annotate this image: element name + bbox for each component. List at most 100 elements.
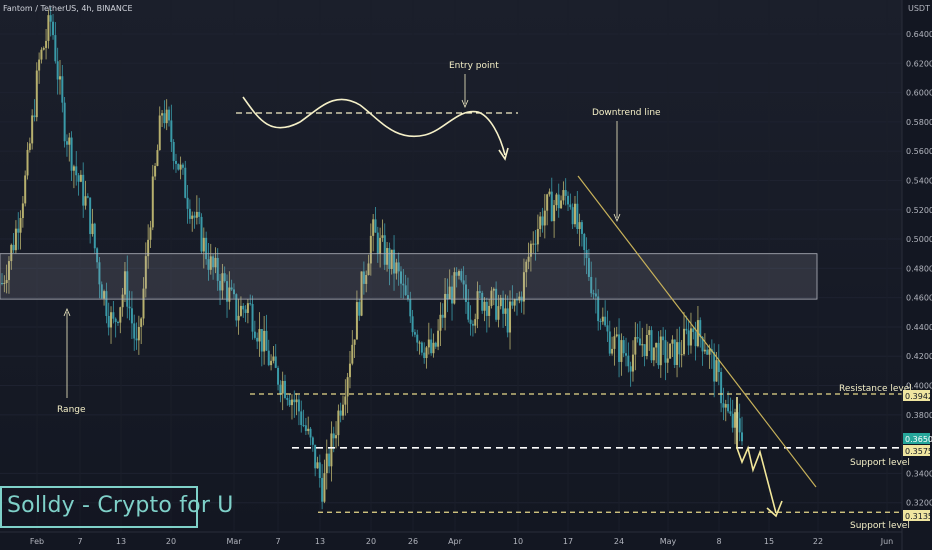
- candle-body: [337, 410, 340, 436]
- candle-body: [163, 113, 166, 124]
- candle-body: [79, 174, 82, 182]
- price-tick-label: 0.5400: [906, 176, 932, 185]
- candle-body: [578, 222, 581, 230]
- candle-body: [19, 218, 22, 233]
- price-tick-label: 0.6200: [906, 59, 932, 68]
- candle-body: [418, 342, 421, 344]
- candle-body: [717, 360, 720, 372]
- price-tick-label: 0.4400: [906, 323, 932, 332]
- candle-body: [251, 304, 254, 332]
- candle-body: [130, 308, 133, 324]
- candle-body: [161, 113, 164, 116]
- candle-body: [307, 428, 310, 432]
- candle-body: [328, 453, 331, 467]
- time-tick-label: 17: [563, 537, 573, 546]
- candle-body: [281, 380, 284, 394]
- candle-body: [270, 360, 273, 366]
- candle-body: [267, 350, 270, 366]
- candle-body: [358, 302, 361, 316]
- candle-body: [286, 397, 289, 400]
- candle-body: [242, 305, 245, 310]
- candle-body: [599, 321, 602, 323]
- chart-area[interactable]: 0.6400 0.6200 0.6000 0.5800 0.5600 0.5400 0.52…: [0, 0, 932, 550]
- price-tick-label: 0.3200: [906, 499, 932, 508]
- candle-body: [151, 176, 154, 228]
- candle-body: [513, 298, 516, 306]
- candle-body: [613, 336, 616, 349]
- candle-body: [601, 316, 604, 322]
- chart-title: Fantom / TetherUS, 4h, BINANCE: [3, 4, 133, 13]
- time-tick-label: 26: [408, 537, 418, 546]
- candle-body: [342, 404, 345, 416]
- candle-body: [12, 244, 15, 251]
- candle-body: [246, 303, 249, 313]
- candle-body: [645, 334, 648, 357]
- candle-body: [193, 215, 196, 218]
- candle-body: [469, 319, 472, 324]
- candle-body: [186, 197, 189, 209]
- candle-body: [112, 312, 115, 319]
- candle-body: [82, 174, 85, 206]
- current-price-text: 0.3650: [905, 435, 932, 444]
- candle-body: [348, 363, 351, 378]
- price-tick-label: 0.3400: [906, 469, 932, 478]
- candle-body: [274, 356, 277, 368]
- time-tick-label: 7: [77, 537, 82, 546]
- candle-body: [488, 305, 491, 316]
- candle-body: [330, 433, 333, 467]
- candle-body: [17, 228, 20, 233]
- candle-body: [84, 196, 87, 206]
- time-tick-label: May: [660, 537, 677, 546]
- candle-body: [497, 306, 500, 320]
- candle-body: [33, 115, 36, 118]
- candle-body: [314, 444, 317, 469]
- candle-body: [195, 211, 198, 218]
- candle-body: [724, 404, 727, 408]
- candle-body: [272, 356, 275, 361]
- candle-body: [107, 315, 110, 328]
- candle-body: [110, 312, 113, 328]
- time-tick-label: 10: [513, 537, 523, 546]
- watermark-text: Solldy - Crypto for U: [7, 493, 234, 518]
- candle-body: [263, 330, 266, 352]
- candle-body: [562, 190, 565, 201]
- candle-body: [31, 115, 34, 144]
- candle-body: [339, 410, 342, 416]
- candle-body: [669, 343, 672, 359]
- candle-body: [174, 160, 177, 164]
- candle-body: [416, 334, 419, 343]
- candle-body: [355, 302, 358, 340]
- candle-body: [21, 203, 24, 219]
- candle-body: [38, 59, 41, 71]
- candle-body: [35, 70, 38, 118]
- candle-body: [133, 323, 136, 339]
- support-2-price-text: 0.3135: [905, 512, 932, 521]
- candle-body: [687, 330, 690, 346]
- candle-body: [300, 411, 303, 426]
- candle-body: [434, 342, 437, 347]
- candle-body: [284, 380, 287, 398]
- candle-body: [432, 342, 435, 354]
- candle-body: [381, 235, 384, 238]
- candle-body: [437, 330, 440, 347]
- candle-body: [546, 194, 549, 211]
- price-tick-label: 0.4200: [906, 352, 932, 361]
- candle-body: [536, 229, 539, 245]
- candle-body: [560, 200, 563, 209]
- candle-body: [279, 384, 282, 394]
- candle-body: [583, 233, 586, 251]
- candle-body: [332, 433, 335, 439]
- candle-body: [731, 413, 734, 428]
- candle-body: [625, 353, 628, 356]
- time-tick-label: 15: [764, 537, 774, 546]
- candle-body: [643, 344, 646, 357]
- time-tick-label: 8: [716, 537, 721, 546]
- time-tick-label: 24: [614, 537, 624, 546]
- candle-body: [353, 339, 356, 345]
- candle-body: [295, 399, 298, 403]
- candle-body: [652, 347, 655, 361]
- candle-body: [311, 437, 314, 445]
- candle-body: [114, 318, 117, 322]
- candle-body: [680, 354, 683, 356]
- candle-body: [553, 205, 556, 222]
